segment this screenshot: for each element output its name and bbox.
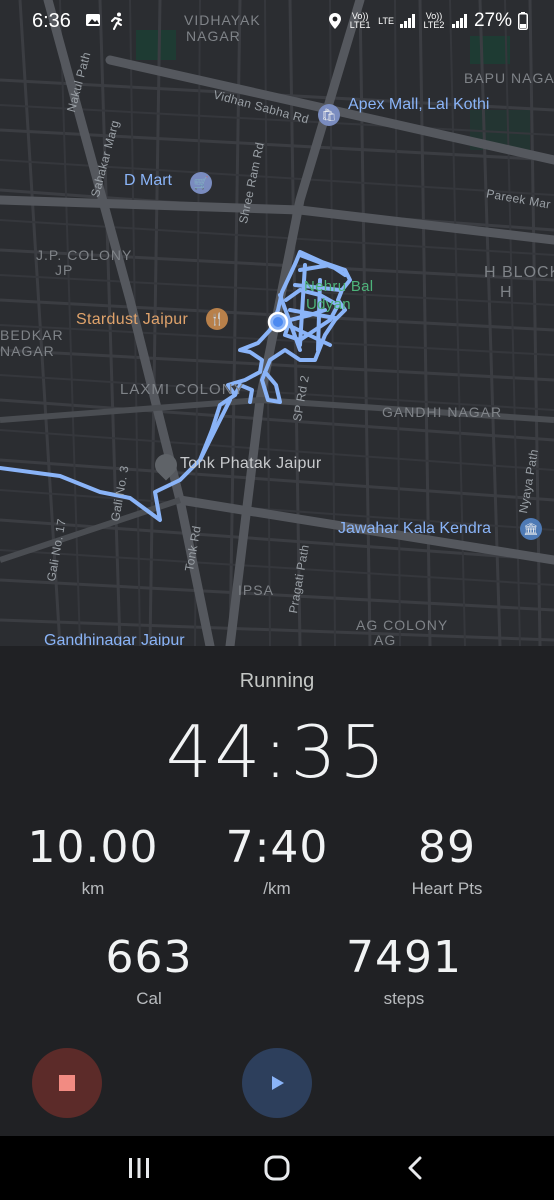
label-dmart[interactable]: D Mart [124,172,172,190]
back-button[interactable] [395,1148,435,1188]
heart-unit: Heart Pts [411,879,483,898]
sim2-label: Vo)) LTE2 [423,11,445,30]
label-jawahar-kala-kendra[interactable]: Jawahar Kala Kendra [338,520,491,538]
pace-unit: /km [263,879,291,898]
label-bapu-nagar: BAPU NAGAR [464,70,554,86]
play-icon [272,1076,284,1090]
label-tonk-phatak-jaipur[interactable]: Tonk Phatak Jaipur [180,455,321,473]
signal-icon-1 [399,14,415,28]
stat-distance: 10.00 km [20,822,166,899]
label-jp: JP [55,262,74,278]
location-icon [329,13,342,29]
shopping-bag-icon[interactable]: 🛍 [318,104,340,126]
lte-label: LTE [378,15,394,26]
museum-icon[interactable]: 🏛 [520,518,542,540]
stat-heart-pts: 89 Heart Pts [374,822,520,899]
recent-apps-icon [129,1158,149,1178]
stat-steps: 7491 steps [324,932,484,1009]
map-view[interactable]: 🛍 🛒 🍴 🏛 VIDHAYAK NAGAR BAPU NAGAR Apex M… [0,0,554,646]
stat-calories: 663 Cal [72,932,226,1009]
stop-icon [59,1075,75,1091]
cal-value: 663 [105,932,193,983]
steps-unit: steps [383,989,425,1008]
shopping-cart-icon[interactable]: 🛒 [190,172,212,194]
label-ipsa: IPSA [238,582,274,598]
label-gandhi-nagar: GANDHI NAGAR [382,404,503,420]
stop-button[interactable] [32,1048,102,1118]
label-laxmi-colony: LAXMI COLONY [120,381,245,398]
label-bedkar: BEDKAR [0,327,64,343]
label-nagar-2: NAGAR [0,343,55,359]
distance-value: 10.00 [27,822,159,873]
back-icon [408,1156,422,1180]
steps-value: 7491 [346,932,462,983]
pace-value: 7:40 [225,822,329,873]
battery-percent: 27% [473,10,512,31]
label-ag-colony: AG COLONY [356,617,449,633]
activity-type[interactable]: Running [0,670,554,693]
status-time: 6:36 [32,9,71,32]
distance-unit: km [81,879,105,898]
label-udyan[interactable]: Udyan [306,296,351,314]
home-button[interactable] [257,1148,297,1188]
stat-pace: 7:40 /km [204,822,350,899]
label-stardust-jaipur[interactable]: Stardust Jaipur [76,311,188,329]
running-icon [110,12,122,30]
system-nav-bar [0,1136,554,1200]
label-h: H [500,284,513,301]
label-ag: AG [374,632,397,646]
label-gandhinagar-jaipur[interactable]: Gandhinagar Jaipur [44,632,185,646]
label-apex-mall[interactable]: Apex Mall, Lal Kothi [348,96,489,114]
recent-apps-button[interactable] [119,1148,159,1188]
status-bar: 6:36 Vo)) LTE1 LTE Vo)) LTE2 27% [0,0,554,42]
restaurant-icon[interactable]: 🍴 [206,308,228,330]
elapsed-time: 44:35 [165,710,389,794]
label-jp-colony: J.P. COLONY [36,247,133,263]
label-nehru-bal[interactable]: Nehru Bal [304,278,373,296]
home-icon [264,1155,290,1181]
cal-unit: Cal [136,989,162,1008]
battery-icon [518,12,528,30]
sim1-label: Vo)) LTE1 [349,11,371,30]
label-h-block: H BLOCK [484,264,554,281]
signal-icon-2 [451,14,467,28]
resume-button[interactable] [242,1048,312,1118]
heart-value: 89 [418,822,476,873]
gallery-icon [85,14,100,26]
